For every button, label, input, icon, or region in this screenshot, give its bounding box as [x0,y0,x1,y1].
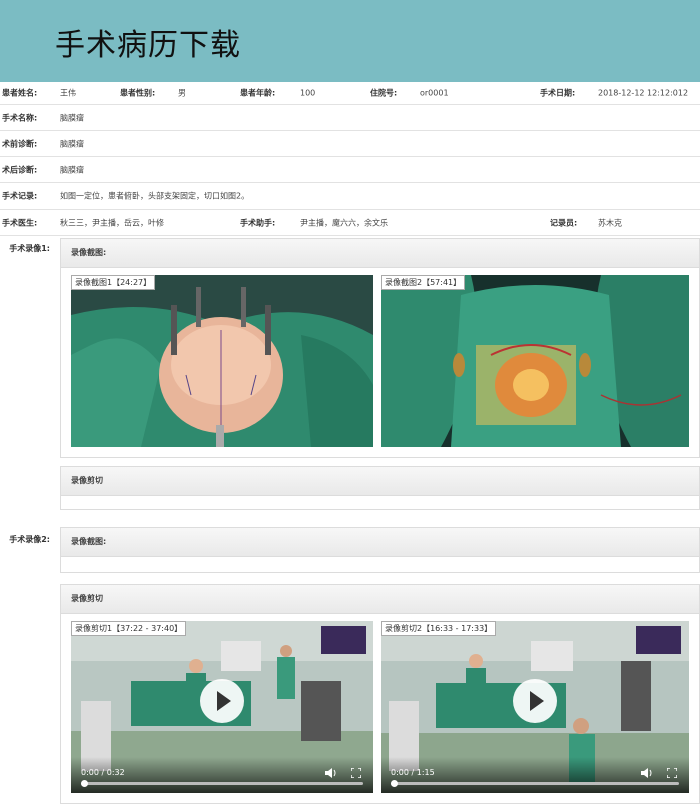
video-progress-bar[interactable] [391,780,679,787]
surgery-record-value: 如图一定位，患者俯卧，头部支架固定，切口如图2。 [60,191,250,201]
surgery-date-value: 2018-12-12 12:12:012 [598,88,689,98]
panel-title: 录像截图: [61,239,699,268]
surgery-name-label: 手术名称: [2,113,38,122]
surgery-name-value: 脑膜瘤 [60,113,84,122]
surgery-staff-row: 手术医生: 秋三三，尹主播，岳云，叶修 手术助手: 尹主播，魔六六，余文乐 记录… [0,210,700,236]
surgery-record-label: 手术记录: [2,191,38,201]
fullscreen-icon[interactable] [351,768,361,778]
assistant-label: 手术助手: [240,218,276,227]
page-title: 手术病历下载 [55,28,241,63]
post-diagnosis-label: 术后诊断: [2,165,38,174]
pre-diagnosis-row: 术前诊断: 脑膜瘤 [0,131,700,157]
pre-diagnosis-value: 脑膜瘤 [60,139,84,148]
video-controls: 0:00 / 1:15 [381,757,689,793]
progress-handle[interactable] [81,780,88,787]
surgery-head-image [71,275,373,447]
fullscreen-icon[interactable] [667,768,677,778]
recording-1-label: 手术录像1: [9,244,50,253]
video-clip-1[interactable]: 录像剪切1【37:22 - 37:40】 0:00 / 0:32 [71,621,373,793]
volume-icon[interactable] [325,768,337,778]
surgery-name-row: 手术名称: 脑膜瘤 [0,105,700,131]
patient-name-label: 患者姓名: [2,88,38,98]
pre-diagnosis-label: 术前诊断: [2,139,38,148]
recorder-label: 记录员: [550,218,578,227]
recording-2-clips-panel: 录像剪切 录像剪切1【37:22 - 37:40】 0:00 / 0:32 录像… [60,584,700,804]
video-progress-bar[interactable] [81,780,363,787]
post-diagnosis-row: 术后诊断: 脑膜瘤 [0,157,700,183]
surgery-record-row: 手术记录: 如图一定位，患者俯卧，头部支架固定，切口如图2。 [0,183,700,210]
play-button[interactable] [200,679,244,723]
surgery-incision-image [381,275,689,447]
surgeon-value: 秋三三，尹主播，岳云，叶修 [60,218,164,227]
progress-handle[interactable] [391,780,398,787]
screenshot-caption: 录像截图1【24:27】 [71,275,156,290]
video-time: 0:00 / 1:15 [391,768,435,777]
patient-name-value: 王伟 [60,88,76,98]
patient-age-label: 患者年龄: [240,88,276,98]
screenshot-1[interactable]: 录像截图1【24:27】 [71,275,373,447]
patient-gender-label: 患者性别: [120,88,156,98]
video-controls: 0:00 / 0:32 [71,757,373,793]
play-button[interactable] [513,679,557,723]
admission-number-value: or0001 [420,88,449,98]
page-header: 手术病历下载 [0,0,700,82]
panel-title: 录像剪切 [61,585,699,614]
panel-title: 录像剪切 [61,467,699,496]
video-clip-2[interactable]: 录像剪切2【16:33 - 17:33】 0:00 / 1:15 [381,621,689,793]
surgery-date-label: 手术日期: [540,88,576,98]
admission-number-label: 住院号: [370,88,398,98]
recording-1-screenshots-panel: 录像截图: 录像截图1【24:27】 录像截图2【57:41】 [60,238,700,458]
post-diagnosis-value: 脑膜瘤 [60,165,84,174]
patient-info-row: 患者姓名: 王伟 患者性别: 男 患者年龄: 100 住院号: or0001 手… [0,82,700,105]
assistant-value: 尹主播，魔六六，余文乐 [300,218,388,227]
video-time: 0:00 / 0:32 [81,768,125,777]
recorder-value: 苏木克 [598,218,622,227]
clip-caption: 录像剪切2【16:33 - 17:33】 [381,621,497,636]
screenshot-2[interactable]: 录像截图2【57:41】 [381,275,689,447]
recording-1-clips-panel: 录像剪切 [60,466,700,510]
surgeon-label: 手术医生: [2,218,38,227]
clip-caption: 录像剪切1【37:22 - 37:40】 [71,621,187,636]
recording-2-screenshots-panel: 录像截图: [60,527,700,573]
patient-gender-value: 男 [178,88,186,98]
volume-icon[interactable] [641,768,653,778]
panel-title: 录像截图: [61,528,699,557]
recording-2-label: 手术录像2: [9,535,50,544]
patient-age-value: 100 [300,88,316,98]
screenshot-caption: 录像截图2【57:41】 [381,275,466,290]
